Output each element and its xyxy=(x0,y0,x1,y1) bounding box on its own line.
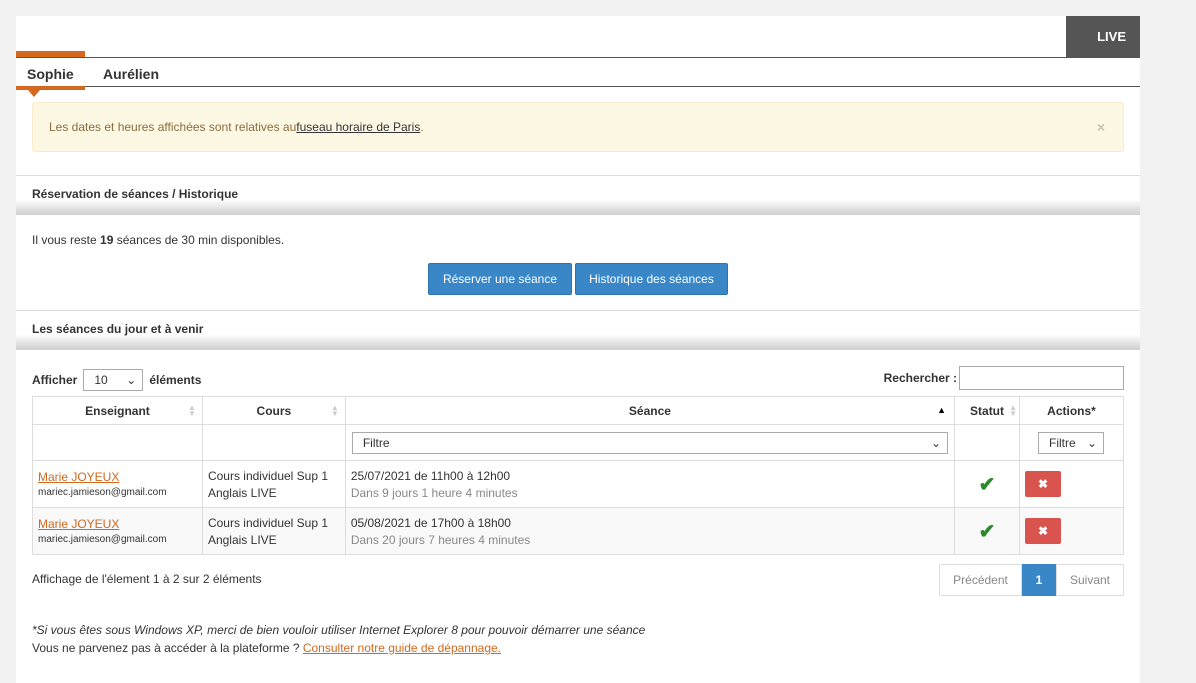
remaining-after: séances de 30 min disponibles. xyxy=(113,233,285,247)
sessions-section-title: Les séances du jour et à venir xyxy=(32,322,204,336)
chevron-down-icon: ⌄ xyxy=(930,435,942,450)
session-datetime: 05/08/2021 de 17h00 à 18h00 xyxy=(350,515,511,530)
alert-text-before: Les dates et heures affichées sont relat… xyxy=(49,120,297,134)
column-teacher-label: Enseignant xyxy=(85,403,150,418)
column-header-course[interactable]: Cours ▲ ▼ xyxy=(201,396,346,425)
timezone-alert: Les dates et heures affichées sont relat… xyxy=(32,102,1124,152)
column-header-session[interactable]: Séance ▲ xyxy=(344,396,956,425)
teacher-link[interactable]: Marie JOYEUX xyxy=(38,517,197,531)
active-tab-arrow xyxy=(28,90,40,97)
sessions-section-header: Les séances du jour et à venir xyxy=(16,310,1140,350)
teacher-cell: Marie JOYEUX mariec.jamieson@gmail.com xyxy=(32,507,203,555)
course-type: Anglais LIVE xyxy=(207,485,277,500)
close-icon[interactable]: × xyxy=(1097,119,1105,135)
sort-icon: ▲ ▼ xyxy=(188,403,196,418)
remaining-sessions-text: Il vous reste 19 séances de 30 min dispo… xyxy=(32,233,284,247)
sort-icon: ▲ ▼ xyxy=(1009,403,1017,418)
session-delay: Dans 9 jours 1 heure 4 minutes xyxy=(350,485,518,500)
tabs-bottom-divider xyxy=(85,86,1140,87)
sort-icon: ▲ ▼ xyxy=(330,403,339,418)
course-cell: Cours individuel Sup 1 Anglais LIVE xyxy=(201,507,346,555)
course-name: Cours individuel Sup 1 xyxy=(207,468,329,483)
table-row: Marie JOYEUX mariec.jamieson@gmail.com C… xyxy=(32,507,1124,555)
column-header-teacher[interactable]: Enseignant ▲ ▼ xyxy=(32,396,203,425)
booking-section-header: Réservation de séances / Historique xyxy=(16,175,1140,215)
search-control: Rechercher : xyxy=(884,366,1124,390)
chevron-down-icon: ⌄ xyxy=(1086,435,1097,450)
live-label: LIVE xyxy=(1097,29,1126,44)
tab-sophie[interactable]: Sophie xyxy=(27,66,74,82)
filter-row: Filtre ⌄ Filtre ⌄ xyxy=(32,424,1124,461)
remaining-count: 19 xyxy=(100,233,114,247)
search-label: Rechercher : xyxy=(883,371,957,385)
show-label: Afficher xyxy=(32,373,78,387)
filter-cell-actions: Filtre ⌄ xyxy=(1019,424,1124,461)
timezone-link[interactable]: fuseau horaire de Paris xyxy=(296,120,420,134)
actions-cell: ✖ xyxy=(1019,460,1124,508)
pagination: Précédent 1 Suivant xyxy=(939,564,1124,596)
help-question: Vous ne parvenez pas à accéder à la plat… xyxy=(32,641,303,655)
actions-filter-select[interactable]: Filtre ⌄ xyxy=(1038,431,1104,454)
column-session-label: Séance xyxy=(628,403,671,418)
session-delay: Dans 20 jours 7 heures 4 minutes xyxy=(350,532,531,547)
remaining-before: Il vous reste xyxy=(32,233,101,247)
teacher-email: mariec.jamieson@gmail.com xyxy=(38,534,167,545)
active-tab-bottom-bar xyxy=(16,86,85,90)
help-text: Vous ne parvenez pas à accéder à la plat… xyxy=(32,641,501,655)
windows-xp-note: *Si vous êtes sous Windows XP, merci de … xyxy=(32,623,646,637)
session-filter-value: Filtre xyxy=(362,435,390,450)
filter-cell-empty xyxy=(954,424,1020,461)
pagination-previous[interactable]: Précédent xyxy=(939,564,1022,596)
main-panel: LIVE Sophie Aurélien Les dates et heures… xyxy=(16,16,1140,683)
tab-aurelien[interactable]: Aurélien xyxy=(103,66,159,82)
filter-cell-empty xyxy=(32,424,203,461)
check-icon: ✔ xyxy=(978,520,996,543)
actions-filter-value: Filtre xyxy=(1049,435,1076,450)
teacher-link[interactable]: Marie JOYEUX xyxy=(38,470,197,484)
teacher-email: mariec.jamieson@gmail.com xyxy=(38,487,167,498)
cancel-session-button[interactable]: ✖ xyxy=(1025,471,1061,497)
teacher-cell: Marie JOYEUX mariec.jamieson@gmail.com xyxy=(32,460,203,508)
session-history-button[interactable]: Historique des séances xyxy=(575,263,728,295)
filter-cell-session: Filtre ⌄ xyxy=(344,424,956,461)
column-actions-label: Actions* xyxy=(1047,403,1096,418)
course-type: Anglais LIVE xyxy=(207,532,277,547)
course-cell: Cours individuel Sup 1 Anglais LIVE xyxy=(201,460,346,508)
live-badge[interactable]: LIVE xyxy=(1066,16,1140,57)
actions-cell: ✖ xyxy=(1019,507,1124,555)
page-size-value: 10 xyxy=(94,373,108,387)
tabs-divider xyxy=(16,57,1140,58)
pagination-page-1[interactable]: 1 xyxy=(1022,564,1056,596)
elements-label: éléments xyxy=(149,373,202,387)
pagination-next[interactable]: Suivant xyxy=(1056,564,1124,596)
close-icon: ✖ xyxy=(1037,477,1049,491)
column-course-label: Cours xyxy=(256,403,292,418)
sort-ascending-icon: ▲ xyxy=(937,405,947,415)
session-cell: 25/07/2021 de 11h00 à 12h00 Dans 9 jours… xyxy=(344,460,956,508)
page-size-select[interactable]: 10 ⌄ xyxy=(83,369,144,391)
table-row: Marie JOYEUX mariec.jamieson@gmail.com C… xyxy=(32,460,1124,508)
session-filter-select[interactable]: Filtre ⌄ xyxy=(351,431,949,454)
status-cell: ✔ xyxy=(954,460,1020,508)
course-name: Cours individuel Sup 1 xyxy=(207,515,329,530)
column-header-actions: Actions* xyxy=(1019,396,1124,425)
table-info: Affichage de l'élement 1 à 2 sur 2 éléme… xyxy=(32,572,262,586)
cancel-session-button[interactable]: ✖ xyxy=(1025,518,1061,544)
sessions-table: Enseignant ▲ ▼ Cours ▲ ▼ Séance ▲ Statut ▲ ▼ Ac… xyxy=(32,396,1124,555)
search-input[interactable] xyxy=(959,366,1124,390)
troubleshooting-guide-link[interactable]: Consulter notre guide de dépannage. xyxy=(303,641,501,655)
check-icon: ✔ xyxy=(978,473,996,496)
status-cell: ✔ xyxy=(954,507,1020,555)
alert-text-after: . xyxy=(420,120,424,134)
page-length-control: Afficher 10 ⌄ éléments xyxy=(32,369,201,391)
chevron-down-icon: ⌄ xyxy=(126,373,137,387)
close-icon: ✖ xyxy=(1037,524,1049,538)
session-cell: 05/08/2021 de 17h00 à 18h00 Dans 20 jour… xyxy=(344,507,956,555)
session-datetime: 25/07/2021 de 11h00 à 12h00 xyxy=(350,468,511,483)
booking-section-title: Réservation de séances / Historique xyxy=(32,187,239,201)
column-status-label: Statut xyxy=(970,403,1005,418)
column-header-status[interactable]: Statut ▲ ▼ xyxy=(954,396,1020,425)
reserve-session-button[interactable]: Réserver une séance xyxy=(428,263,572,295)
filter-cell-empty xyxy=(201,424,346,461)
